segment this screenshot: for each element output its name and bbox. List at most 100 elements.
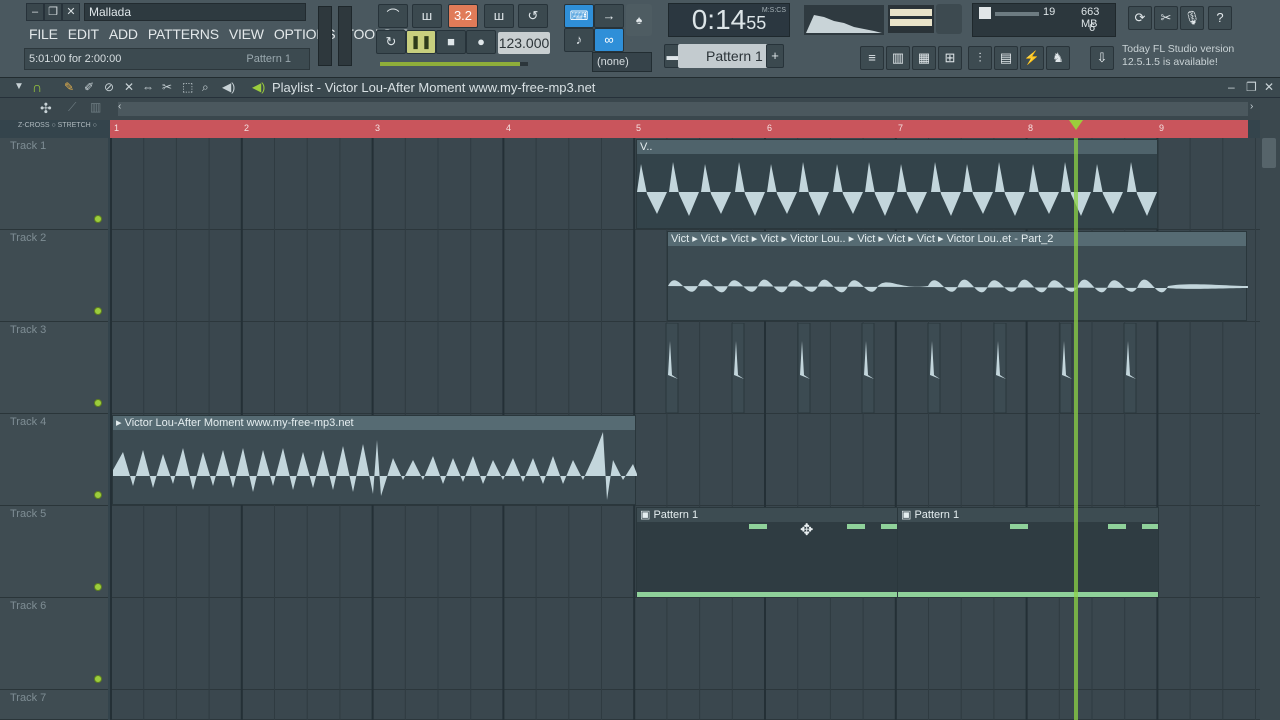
pause-button[interactable]: ❚❚ — [406, 30, 436, 54]
stop-button[interactable]: ■ — [436, 30, 466, 54]
clip-label: Pattern 1 — [653, 509, 699, 521]
link-icon[interactable]: ∞ — [594, 28, 624, 52]
menu-edit[interactable]: EDIT — [63, 23, 104, 45]
main-menu: FILE EDIT ADD PATTERNS VIEW OPTIONS TOOL… — [24, 23, 409, 45]
microphone-icon[interactable]: 🎙 — [1180, 6, 1204, 30]
plugin-icon[interactable]: ⚡ — [1020, 46, 1044, 70]
playlist-menu-arrow-icon[interactable]: ▼ — [14, 81, 24, 92]
scissors-icon[interactable]: ✂ — [1154, 6, 1178, 30]
playlist-restore-icon[interactable]: ❐ — [1246, 80, 1257, 94]
clip-label: Vict — [700, 233, 719, 245]
channel-rack-icon[interactable]: ⊞ — [938, 46, 962, 70]
track-header-7[interactable]: Track 7 — [0, 690, 108, 720]
tempo-display[interactable]: 123.000 — [498, 32, 550, 54]
snap-button[interactable]: 3.2 — [448, 4, 478, 28]
metronome-button[interactable]: ⌒ — [378, 4, 408, 28]
pattern-selector[interactable]: Pattern 1 — [678, 44, 770, 68]
scroll-left-icon[interactable]: ‹ — [118, 101, 121, 112]
playhead-line — [1074, 138, 1078, 720]
pencil-icon[interactable]: ✎ — [64, 80, 74, 94]
hat-icon[interactable]: ♠ — [626, 4, 652, 36]
vertical-scrollbar[interactable] — [1260, 98, 1280, 720]
step-sequencer-icon[interactable]: ▦ — [912, 46, 936, 70]
track-mute-led[interactable] — [94, 307, 102, 315]
playhead-marker[interactable] — [1069, 120, 1083, 130]
track-header-4[interactable]: Track 4 — [0, 414, 108, 506]
loop-record-button[interactable]: ↺ — [518, 4, 548, 28]
pattern-note — [881, 524, 897, 529]
slice-icon[interactable]: ✂ — [162, 80, 172, 94]
mute-icon[interactable]: ✕ — [124, 80, 134, 94]
record-button[interactable]: ● — [466, 30, 496, 54]
master-pitch-slider[interactable] — [338, 6, 352, 66]
song-time-display[interactable]: 0:1455 M:S:CS — [668, 3, 790, 37]
track-mute-led[interactable] — [94, 583, 102, 591]
track5-pattern-clip-a[interactable]: ▣ Pattern 1 — [636, 507, 899, 597]
keys-icon[interactable]: ▥ — [90, 100, 101, 114]
timeline-header: ✣ ⟋ ▥ ‹ › — [0, 98, 1280, 120]
restore-icon[interactable]: ❐ — [44, 3, 62, 21]
playlist-minimize-icon[interactable]: – — [1228, 80, 1235, 94]
line-icon[interactable]: ⟋ — [68, 100, 76, 115]
vertical-scroll-thumb[interactable] — [1262, 138, 1276, 168]
step-edit-button[interactable]: ш — [484, 4, 514, 28]
playlist-arrow-icon: ◀) — [252, 80, 266, 94]
delete-icon[interactable]: ⊘ — [104, 80, 114, 94]
track2-waveform — [668, 279, 1248, 293]
clip-label: Vict — [857, 233, 876, 245]
playlist-close-icon[interactable]: ✕ — [1264, 80, 1274, 94]
pattern-note — [637, 592, 899, 597]
track-mute-led[interactable] — [94, 675, 102, 683]
close-icon[interactable]: ✕ — [62, 3, 80, 21]
piano-roll-icon[interactable]: ▥ — [886, 46, 910, 70]
song-name-field[interactable]: Mallada — [84, 3, 306, 21]
touch-icon[interactable]: ♞ — [1046, 46, 1070, 70]
track-mute-led[interactable] — [94, 215, 102, 223]
zoom-icon[interactable]: ⌕ — [202, 80, 209, 95]
typing-keyboard-button[interactable]: ⌨ — [564, 4, 594, 28]
track2-clip[interactable]: Vict ▸ Vict ▸ Vict ▸ Vict ▸ Victor Lou..… — [667, 231, 1248, 321]
mixer-view-icon[interactable]: ⫶ — [968, 46, 992, 70]
song-mode-icon[interactable]: ↻ — [376, 30, 406, 54]
scroll-right-icon[interactable]: › — [1250, 101, 1253, 112]
track1-clip-group[interactable]: V.. — [636, 139, 1158, 229]
add-pattern-button[interactable]: + — [766, 44, 784, 68]
brush-icon[interactable]: ✐ — [84, 80, 94, 94]
menu-patterns[interactable]: PATTERNS — [143, 23, 224, 45]
refresh-icon[interactable]: ⟳ — [1128, 6, 1152, 30]
playlist-icon[interactable]: ≡ — [860, 46, 884, 70]
menu-add[interactable]: ADD — [104, 23, 143, 45]
download-icon[interactable]: ⇩ — [1090, 46, 1114, 70]
master-volume-slider[interactable] — [318, 6, 332, 66]
track3-clips[interactable] — [660, 323, 1140, 413]
bar-number: 6 — [767, 123, 773, 133]
time-sub: 55 — [746, 13, 767, 33]
track4-clip[interactable]: ▸ Victor Lou-After Moment www.my-free-mp… — [112, 415, 637, 505]
track-header-5[interactable]: Track 5 — [0, 506, 108, 598]
track-header-1[interactable]: Track 1 — [0, 138, 108, 230]
track5-pattern-clip-b[interactable]: ▣ Pattern 1 — [897, 507, 1159, 597]
track-header-2[interactable]: Track 2 — [0, 230, 108, 322]
slip-icon[interactable]: ⇔ — [142, 80, 154, 94]
wait-input-button[interactable]: ш — [412, 4, 442, 28]
track-mute-led[interactable] — [94, 491, 102, 499]
mixer-icon[interactable] — [936, 4, 962, 34]
help-icon[interactable]: ? — [1208, 6, 1232, 30]
zcross-stretch[interactable]: Z-CROSS ○ STRETCH ○ — [18, 122, 97, 129]
browser-icon[interactable]: ▤ — [994, 46, 1018, 70]
select-icon[interactable]: ⬚ — [182, 80, 193, 94]
track-header-3[interactable]: Track 3 — [0, 322, 108, 414]
step-forward-button[interactable]: → — [594, 4, 624, 28]
track-mute-led[interactable] — [94, 399, 102, 407]
menu-file[interactable]: FILE — [24, 23, 63, 45]
magnet-icon[interactable]: ∩ — [32, 79, 42, 95]
track-header-6[interactable]: Track 6 — [0, 598, 108, 690]
horizontal-scrollbar[interactable] — [118, 102, 1248, 116]
recording-filter-button[interactable]: ♪ — [564, 28, 594, 52]
playback-icon[interactable]: ◀) — [222, 80, 235, 94]
news-panel[interactable]: Today FL Studio version 12.5.1.5 is avai… — [1118, 42, 1280, 76]
menu-view[interactable]: VIEW — [224, 23, 269, 45]
minimize-icon[interactable]: – — [26, 3, 44, 21]
mixer-target-select[interactable]: (none) — [592, 52, 652, 72]
waveform-icon[interactable]: ✣ — [40, 100, 52, 117]
